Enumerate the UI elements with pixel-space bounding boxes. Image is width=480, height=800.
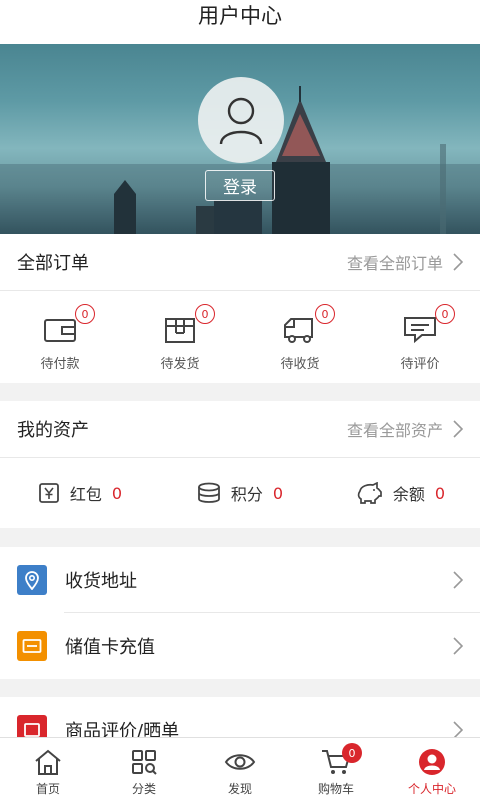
order-pending-payment[interactable]: 0 待付款 (0, 291, 120, 383)
menu-item-label: 储值卡充值 (65, 637, 155, 658)
asset-value: 0 (434, 483, 446, 503)
order-status-label: 待付款 (40, 357, 80, 372)
cart-count-badge: 0 (342, 743, 362, 763)
user-avatar-icon (219, 97, 263, 145)
card-icon (17, 631, 47, 661)
view-all-assets-link[interactable]: 查看全部资产 (347, 417, 463, 441)
order-count-badge: 0 (435, 304, 455, 324)
asset-balance[interactable]: 余额 0 (320, 481, 480, 505)
menu-item-reviews[interactable]: 商品评价/晒单 (0, 697, 480, 737)
home-icon (35, 749, 61, 775)
tab-profile[interactable]: 个人中心 (384, 738, 480, 800)
chevron-right-icon (453, 637, 463, 655)
menu-item-address[interactable]: 收货地址 (0, 547, 480, 613)
orders-section: 全部订单 查看全部订单 0 待付款 0 待发货 0 待收货 0 待评价 (0, 234, 480, 383)
order-count-badge: 0 (315, 304, 335, 324)
piggy-bank-icon (357, 482, 382, 504)
wallet-icon (44, 319, 76, 342)
red-packet-icon (38, 483, 59, 503)
order-pending-review[interactable]: 0 待评价 (360, 291, 480, 383)
orders-header[interactable]: 全部订单 查看全部订单 (0, 234, 480, 290)
orders-title: 全部订单 (17, 253, 89, 274)
order-status-list: 0 待付款 0 待发货 0 待收货 0 待评价 (0, 291, 480, 383)
view-all-assets-label: 查看全部资产 (346, 421, 443, 440)
asset-value: 0 (111, 483, 123, 503)
category-icon (132, 750, 157, 775)
view-all-orders-link[interactable]: 查看全部订单 (347, 250, 463, 274)
tab-label: 发现 (227, 782, 252, 796)
truck-icon (284, 318, 313, 343)
assets-header[interactable]: 我的资产 查看全部资产 (0, 401, 480, 457)
assets-title: 我的资产 (17, 420, 89, 441)
chevron-right-icon (453, 571, 463, 589)
tab-label: 购物车 (317, 782, 354, 796)
chevron-right-icon (453, 721, 463, 737)
user-icon (419, 749, 445, 775)
tab-label: 分类 (131, 782, 156, 796)
asset-label: 积分 (230, 485, 263, 504)
menu-item-label: 商品评价/晒单 (65, 721, 180, 737)
view-all-orders-label: 查看全部订单 (346, 254, 443, 273)
title-bar: 用户中心 (0, 0, 480, 44)
avatar[interactable] (198, 77, 284, 163)
asset-points[interactable]: 积分 0 (160, 481, 320, 505)
asset-label: 红包 (69, 485, 102, 504)
bottom-tab-bar: 首页 分类 发现 0 购物车 个人中心 (0, 737, 480, 800)
chevron-right-icon (453, 420, 463, 438)
assets-section: 我的资产 查看全部资产 红包 0 积分 0 余额 0 (0, 401, 480, 528)
review-icon (17, 715, 47, 737)
asset-label: 余额 (392, 485, 425, 504)
tab-category[interactable]: 分类 (96, 738, 192, 800)
coins-icon (197, 482, 220, 503)
order-pending-shipment[interactable]: 0 待发货 (120, 291, 240, 383)
order-status-label: 待收货 (280, 357, 320, 372)
chevron-right-icon (453, 253, 463, 271)
tab-label: 个人中心 (407, 782, 456, 796)
menu-group: 收货地址 储值卡充值 (0, 547, 480, 679)
tab-cart[interactable]: 0 购物车 (288, 738, 384, 800)
location-icon (17, 565, 47, 595)
tab-discover[interactable]: 发现 (192, 738, 288, 800)
tab-label: 首页 (35, 782, 60, 796)
comment-icon (404, 317, 436, 344)
page-title: 用户中心 (198, 4, 282, 28)
package-icon (165, 318, 195, 343)
order-count-badge: 0 (75, 304, 95, 324)
order-pending-receipt[interactable]: 0 待收货 (240, 291, 360, 383)
order-status-label: 待发货 (160, 357, 200, 372)
asset-red-packet[interactable]: 红包 0 (0, 481, 160, 505)
profile-banner: 登录 (0, 44, 480, 234)
menu-item-card-recharge[interactable]: 储值卡充值 (0, 613, 480, 679)
asset-value: 0 (272, 483, 284, 503)
eye-icon (224, 754, 256, 770)
tab-home[interactable]: 首页 (0, 738, 96, 800)
login-button[interactable]: 登录 (205, 170, 275, 201)
asset-list: 红包 0 积分 0 余额 0 (0, 458, 480, 528)
menu-item-label: 收货地址 (65, 571, 137, 592)
order-count-badge: 0 (195, 304, 215, 324)
order-status-label: 待评价 (400, 357, 440, 372)
menu-group: 商品评价/晒单 (0, 697, 480, 737)
